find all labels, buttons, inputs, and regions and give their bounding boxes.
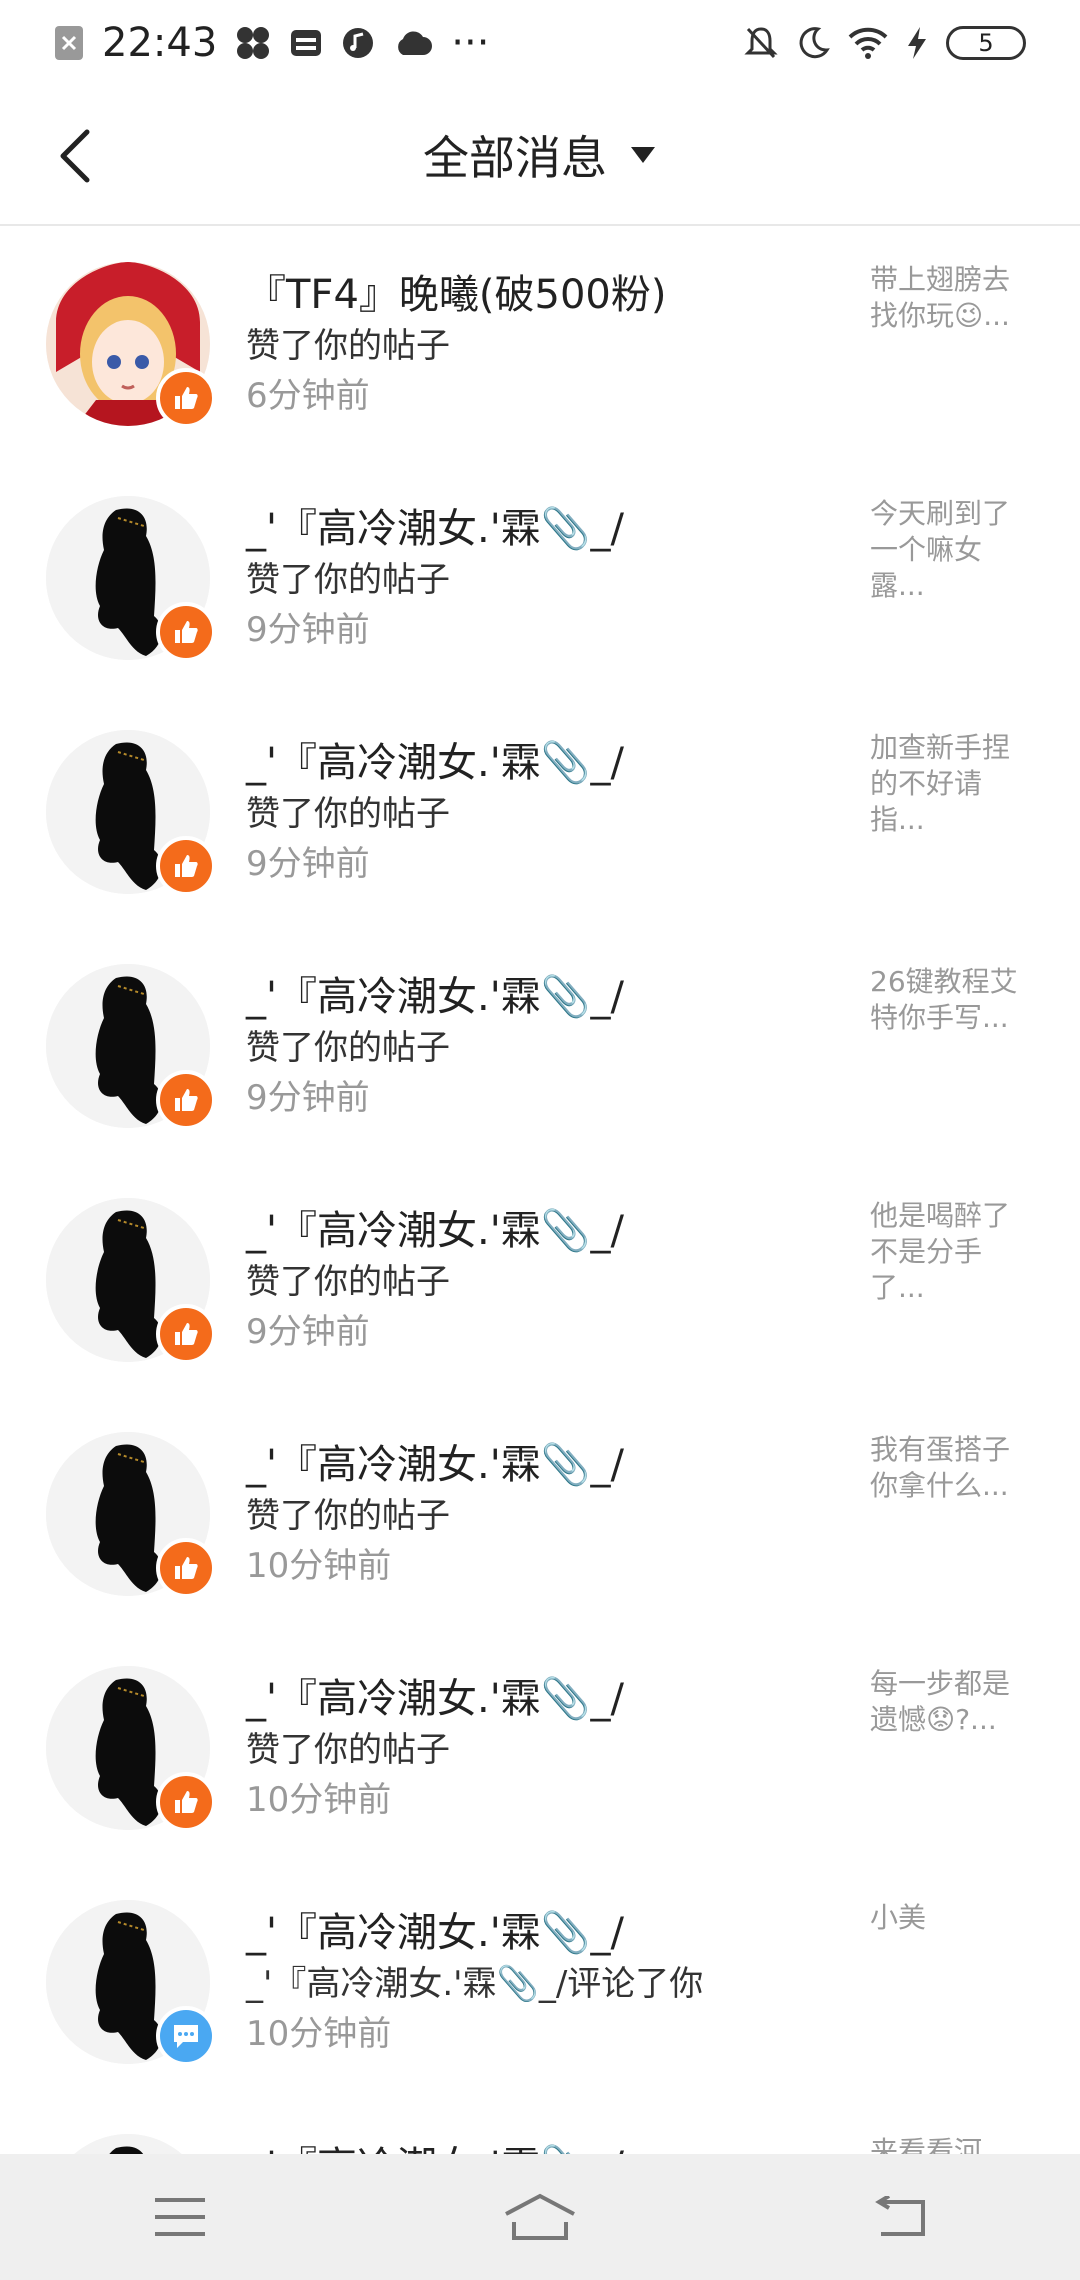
caret-down-icon — [631, 147, 655, 163]
post-preview[interactable]: 我有蛋搭子 你拿什么... — [870, 1432, 1040, 1504]
cloud-icon — [393, 27, 433, 59]
music-icon — [341, 26, 375, 60]
sender-name: 『TF4』晚曦(破500粉) — [246, 272, 667, 318]
message-item[interactable]: _'『高冷潮女.'霖📎_/ _'『高冷潮女.'霖📎_/评论了你 10分钟前 小美 — [0, 1864, 1080, 2098]
message-item[interactable]: _'『高冷潮女.'霖📎_/ 赞了你的帖子 10分钟前 每一步都是 遗憾😟?... — [0, 1630, 1080, 1864]
like-badge-icon — [156, 602, 216, 662]
battery-indicator: 5 — [946, 26, 1026, 60]
chevron-left-icon — [60, 129, 90, 183]
message-item[interactable]: _'『高冷潮女.'霖📎_/ 赞了你的帖子 9分钟前 加查新手捏 的不好请 指... — [0, 694, 1080, 928]
like-badge-icon — [156, 368, 216, 428]
timestamp: 9分钟前 — [246, 610, 370, 650]
post-preview[interactable]: 加查新手捏 的不好请 指... — [870, 730, 1040, 838]
timestamp: 9分钟前 — [246, 844, 370, 884]
back-arrow-icon — [875, 2196, 925, 2236]
wifi-icon — [848, 27, 888, 59]
sender-name: _'『高冷潮女.'霖📎_/ — [246, 1208, 624, 1254]
action-text: 赞了你的帖子 — [246, 1496, 450, 1536]
message-item[interactable]: _'『高冷潮女.'霖📎_/ 赞了你的帖子 9分钟前 今天刷到了 一个嘛女 露... — [0, 460, 1080, 694]
post-preview[interactable]: 带上翅膀去 找你玩😉... — [870, 262, 1040, 334]
sender-name: _'『高冷潮女.'霖📎_/ — [246, 1910, 624, 1956]
message-item[interactable]: _'『高冷潮女.'霖📎_/ 来看看河 — [0, 2098, 1080, 2154]
status-right: 5 — [744, 25, 1026, 61]
message-item[interactable]: _'『高冷潮女.'霖📎_/ 赞了你的帖子 10分钟前 我有蛋搭子 你拿什么... — [0, 1396, 1080, 1630]
post-preview[interactable]: 每一步都是 遗憾😟?... — [870, 1666, 1040, 1738]
action-text: 赞了你的帖子 — [246, 560, 450, 600]
wallet-icon — [289, 26, 323, 60]
message-item[interactable]: 『TF4』晚曦(破500粉) 赞了你的帖子 6分钟前 带上翅膀去 找你玩😉... — [0, 226, 1080, 460]
back-button[interactable] — [50, 126, 100, 186]
sender-name: _'『高冷潮女.'霖📎_/ — [246, 1676, 624, 1722]
timestamp: 10分钟前 — [246, 1546, 392, 1586]
timestamp: 9分钟前 — [246, 1078, 370, 1118]
action-text: _'『高冷潮女.'霖📎_/评论了你 — [246, 1964, 704, 2004]
status-left: 22:43 ··· — [54, 20, 489, 66]
pinwheel-icon — [235, 25, 271, 61]
back-nav-button[interactable] — [840, 2177, 960, 2257]
charging-icon — [906, 26, 928, 60]
message-filter-dropdown[interactable]: 全部消息 — [423, 122, 657, 188]
close-box-icon — [54, 25, 84, 61]
status-bar: 22:43 ··· 5 — [0, 0, 1080, 86]
like-badge-icon — [156, 1538, 216, 1598]
sender-name: _'『高冷潮女.'霖📎_/ — [246, 506, 624, 552]
like-badge-icon — [156, 836, 216, 896]
header: 全部消息 — [0, 86, 1080, 226]
sender-name: _'『高冷潮女.'霖📎_/ — [246, 740, 624, 786]
timestamp: 6分钟前 — [246, 376, 370, 416]
action-text: 赞了你的帖子 — [246, 794, 450, 834]
like-badge-icon — [156, 1304, 216, 1364]
action-text: 赞了你的帖子 — [246, 1730, 450, 1770]
status-time: 22:43 — [102, 20, 218, 66]
post-preview[interactable]: 他是喝醉了 不是分手 了... — [870, 1198, 1040, 1306]
post-preview[interactable]: 来看看河 — [870, 2134, 1040, 2154]
like-badge-icon — [156, 1070, 216, 1130]
home-button[interactable] — [480, 2177, 600, 2257]
post-preview[interactable]: 26键教程艾 特你手写... — [870, 964, 1040, 1036]
moon-icon — [796, 26, 830, 60]
message-item[interactable]: _'『高冷潮女.'霖📎_/ 赞了你的帖子 9分钟前 他是喝醉了 不是分手 了... — [0, 1162, 1080, 1396]
system-nav-bar — [0, 2154, 1080, 2280]
timestamp: 10分钟前 — [246, 2014, 392, 2054]
status-more: ··· — [451, 20, 490, 66]
action-text: 赞了你的帖子 — [246, 1028, 450, 1068]
message-item[interactable]: _'『高冷潮女.'霖📎_/ 赞了你的帖子 9分钟前 26键教程艾 特你手写... — [0, 928, 1080, 1162]
like-badge-icon — [156, 1772, 216, 1832]
menu-button[interactable] — [120, 2177, 240, 2257]
post-preview[interactable]: 小美 — [870, 1900, 1040, 1936]
page-title: 全部消息 — [423, 131, 607, 185]
home-icon — [505, 2193, 575, 2240]
sender-name: _'『高冷潮女.'霖📎_/ — [246, 974, 624, 1020]
comment-badge-icon — [156, 2006, 216, 2066]
message-list: 『TF4』晚曦(破500粉) 赞了你的帖子 6分钟前 带上翅膀去 找你玩😉... _'『… — [0, 226, 1080, 2154]
menu-icon — [155, 2198, 205, 2236]
post-preview[interactable]: 今天刷到了 一个嘛女 露... — [870, 496, 1040, 604]
timestamp: 10分钟前 — [246, 1780, 392, 1820]
avatar[interactable] — [46, 2134, 210, 2154]
timestamp: 9分钟前 — [246, 1312, 370, 1352]
sender-name: _'『高冷潮女.'霖📎_/ — [246, 1442, 624, 1488]
action-text: 赞了你的帖子 — [246, 326, 450, 366]
sender-name: _'『高冷潮女.'霖📎_/ — [246, 2134, 624, 2154]
mute-icon — [744, 25, 778, 61]
action-text: 赞了你的帖子 — [246, 1262, 450, 1302]
